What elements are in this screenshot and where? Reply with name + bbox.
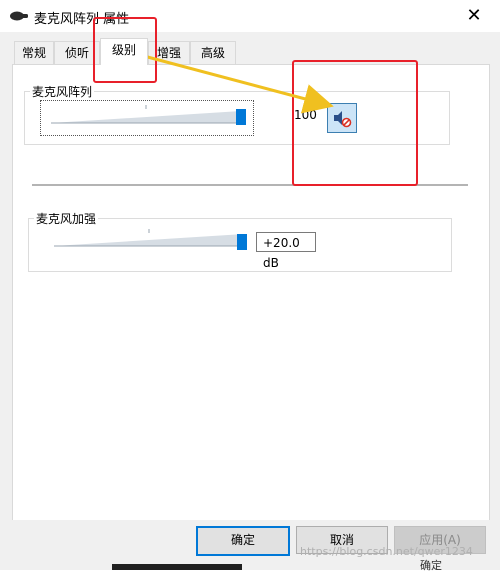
annotation-arrow — [139, 53, 334, 114]
tab-levels[interactable]: 级别 — [100, 38, 148, 65]
